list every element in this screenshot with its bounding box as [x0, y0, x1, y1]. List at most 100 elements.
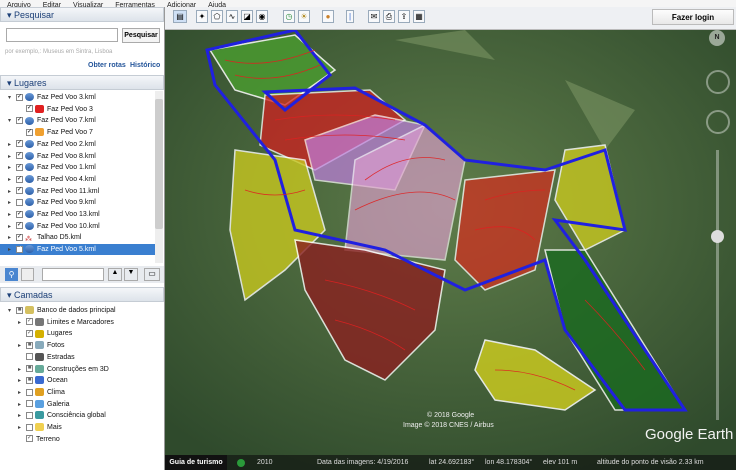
expand-icon[interactable]: ▾	[8, 93, 16, 104]
expand-icon[interactable]: ▸	[18, 318, 26, 329]
add-path-button[interactable]: ∿	[226, 10, 238, 23]
add-overlay-button[interactable]: ◪	[241, 10, 253, 23]
place-checkbox[interactable]: ✓	[16, 234, 23, 242]
expand-icon[interactable]: ▸	[8, 152, 16, 163]
places-panel-header[interactable]: ▾ Lugares	[0, 75, 164, 90]
tour-guide-button[interactable]: Guia de turismo	[165, 455, 227, 470]
email-button[interactable]: ✉	[368, 10, 380, 23]
folder-icon[interactable]: ▭	[144, 268, 160, 281]
layer-item[interactable]: ▸ ■ Construções em 3D	[18, 364, 109, 375]
look-control[interactable]	[706, 70, 730, 94]
place-item[interactable]: ▾ ✓ Faz Ped Voo 3.kml	[8, 92, 96, 103]
layer-item[interactable]: ▾ ■ Banco de dados principal	[8, 305, 116, 316]
expand-icon[interactable]: ▸	[8, 222, 16, 233]
add-placemark-button[interactable]: ✦	[196, 10, 208, 23]
expand-icon[interactable]: ▸	[8, 245, 16, 256]
place-item[interactable]: ✓ Faz Ped Voo 3	[18, 104, 93, 115]
expand-icon[interactable]: ▸	[8, 175, 16, 186]
layer-checkbox[interactable]: ■	[16, 306, 23, 314]
place-item[interactable]: ▸ ✓ ⁂ Talhao D5.kml	[8, 232, 81, 243]
places-filter-input[interactable]	[42, 268, 104, 281]
layer-item[interactable]: ✓ Lugares	[18, 328, 72, 339]
place-checkbox[interactable]: ✓	[16, 93, 23, 101]
layer-checkbox[interactable]: ■	[26, 365, 33, 373]
place-checkbox[interactable]: ✓	[26, 105, 33, 113]
place-item[interactable]: ▸ ✓ Faz Ped Voo 8.kml	[8, 151, 96, 162]
place-checkbox[interactable]: ✓	[16, 140, 23, 148]
layer-checkbox[interactable]	[26, 353, 33, 361]
place-item[interactable]: ▸ Faz Ped Voo 9.kml	[8, 197, 96, 208]
place-item[interactable]: ▸ ✓ Faz Ped Voo 10.kml	[8, 221, 100, 232]
place-checkbox[interactable]: ✓	[16, 175, 23, 183]
move-up-icon[interactable]: ▲	[108, 268, 122, 281]
expand-icon[interactable]: ▸	[18, 411, 26, 422]
search-places-icon[interactable]: ⚲	[5, 268, 18, 281]
place-checkbox[interactable]	[16, 198, 23, 206]
login-button[interactable]: Fazer login	[652, 9, 734, 25]
expand-icon[interactable]: ▸	[18, 376, 26, 387]
planets-button[interactable]: ●	[322, 10, 334, 23]
panel-toggle-icon[interactable]	[21, 268, 34, 281]
expand-icon[interactable]: ▸	[8, 233, 16, 244]
expand-icon[interactable]: ▸	[18, 388, 26, 399]
place-item[interactable]: ▸ ✓ Faz Ped Voo 4.kml	[8, 174, 96, 185]
expand-icon[interactable]: ▸	[8, 163, 16, 174]
sunlight-button[interactable]: ☀	[298, 10, 310, 23]
expand-icon[interactable]: ▸	[8, 187, 16, 198]
place-item[interactable]: ▸ ✓ Faz Ped Voo 2.kml	[8, 139, 96, 150]
add-polygon-button[interactable]: ⬠	[211, 10, 223, 23]
maps-button[interactable]: ▦	[413, 10, 425, 23]
ruler-button[interactable]: |	[346, 10, 354, 23]
place-item[interactable]: ▸ ✓ Faz Ped Voo 11.kml	[8, 186, 99, 197]
places-scrollbar[interactable]	[155, 91, 163, 263]
place-checkbox[interactable]: ✓	[16, 187, 23, 195]
layer-checkbox[interactable]: ✓	[26, 330, 33, 338]
expand-icon[interactable]: ▸	[8, 198, 16, 209]
place-checkbox[interactable]: ✓	[26, 128, 33, 136]
historical-imagery-button[interactable]: ◷	[283, 10, 295, 23]
place-checkbox[interactable]: ✓	[16, 163, 23, 171]
layer-item[interactable]: ▸ ■ Fotos	[18, 340, 65, 351]
place-checkbox[interactable]: ✓	[16, 210, 23, 218]
expand-icon[interactable]: ▾	[8, 306, 16, 317]
layer-checkbox[interactable]: ■	[26, 341, 33, 349]
place-item[interactable]: ▸ ✓ Faz Ped Voo 1.kml	[8, 162, 96, 173]
layer-checkbox[interactable]	[26, 400, 33, 408]
layer-item[interactable]: ✓ Terreno	[18, 434, 60, 445]
layer-item[interactable]: ▸ Clima	[18, 387, 65, 398]
expand-icon[interactable]: ▸	[8, 210, 16, 221]
place-checkbox[interactable]: ✓	[16, 152, 23, 160]
layer-item[interactable]: ▸ Consciência global	[18, 410, 106, 421]
historical-imagery-icon[interactable]	[237, 459, 245, 467]
place-checkbox[interactable]: ✓	[16, 117, 23, 125]
layer-item[interactable]: ▸ ■ Ocean	[18, 375, 68, 386]
move-control[interactable]	[706, 110, 730, 134]
expand-icon[interactable]: ▸	[18, 365, 26, 376]
search-panel-header[interactable]: ▾ Pesquisar	[0, 7, 164, 22]
expand-icon[interactable]: ▸	[8, 140, 16, 151]
search-input[interactable]	[6, 28, 118, 42]
move-down-icon[interactable]: ▼	[124, 268, 138, 281]
place-checkbox[interactable]: ✓	[16, 222, 23, 230]
place-item[interactable]: ✓ Faz Ped Voo 7	[18, 127, 93, 138]
expand-icon[interactable]: ▾	[8, 116, 16, 127]
layer-item[interactable]: ▸ Galeria	[18, 399, 70, 410]
sidebar-toggle-button[interactable]: ▤	[173, 10, 187, 23]
layer-item[interactable]: Estradas	[18, 352, 75, 363]
search-button[interactable]: Pesquisar	[122, 28, 160, 43]
expand-icon[interactable]: ▸	[18, 423, 26, 434]
place-item[interactable]: ▾ ✓ Faz Ped Voo 7.kml	[8, 115, 96, 126]
expand-icon[interactable]: ▸	[18, 400, 26, 411]
layers-panel-header[interactable]: ▾ Camadas	[0, 287, 164, 302]
layer-item[interactable]: ▸ Mais	[18, 422, 62, 433]
history-link[interactable]: Histórico	[130, 62, 160, 69]
layer-item[interactable]: ▸ ✓ Limites e Marcadores	[18, 317, 114, 328]
save-image-button[interactable]: ⇪	[398, 10, 410, 23]
place-item[interactable]: ▸ ✓ Faz Ped Voo 5.kml	[0, 244, 155, 256]
layer-checkbox[interactable]: ✓	[26, 318, 33, 326]
routes-link[interactable]: Obter rotas	[88, 62, 126, 69]
layer-checkbox[interactable]: ✓	[26, 435, 33, 443]
place-item[interactable]: ▸ ✓ Faz Ped Voo 13.kml	[8, 209, 100, 220]
print-button[interactable]: ⎙	[383, 10, 395, 23]
zoom-slider[interactable]	[711, 150, 724, 420]
